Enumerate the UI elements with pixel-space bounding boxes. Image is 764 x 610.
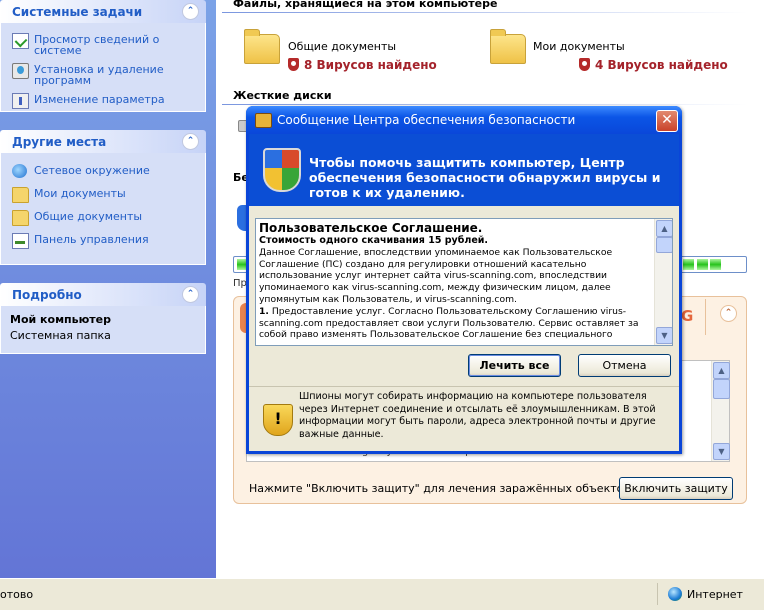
warning-shield-icon: ! — [263, 404, 293, 436]
virus-shield-icon — [288, 58, 299, 71]
eula-price: Стоимость одного скачивания 15 рублей. — [259, 235, 489, 246]
task-change-setting[interactable]: Изменение параметра — [1, 91, 205, 109]
dialog-titlebar[interactable]: Сообщение Центра обеспечения безопасност… — [246, 106, 682, 134]
section-divider — [222, 12, 747, 13]
warning-separator — [249, 386, 679, 387]
dialog-header-band: Чтобы помочь защитить компьютер, Центр о… — [249, 134, 679, 206]
cure-all-button[interactable]: Лечить все — [468, 354, 561, 377]
scroll-down-button[interactable]: ▼ — [713, 443, 730, 460]
virus-count: 4 Вирусов найдено — [595, 58, 728, 72]
dialog-body: Пользовательское Соглашение. Стоимость о… — [249, 206, 679, 451]
scroll-down-button[interactable]: ▼ — [656, 327, 672, 344]
details-header[interactable]: Подробно ⌃ — [0, 283, 206, 306]
task-add-remove-programs[interactable]: Установка и удаление программ — [1, 61, 205, 89]
change-setting-icon — [12, 93, 29, 109]
folder-icon — [244, 29, 280, 64]
folder-icon — [12, 187, 29, 203]
eula-scrollbar[interactable]: ▲ ▼ — [654, 219, 672, 345]
network-places-icon — [12, 164, 27, 178]
place-control-panel[interactable]: Панель управления — [1, 231, 205, 249]
folder-icon — [490, 29, 526, 64]
enable-protection-button[interactable]: Включить защиту — [619, 477, 733, 500]
eula-textbox[interactable]: Пользовательское Соглашение. Стоимость о… — [255, 218, 673, 346]
status-text: отово — [0, 588, 34, 601]
close-button[interactable]: ✕ — [656, 110, 678, 132]
infection-list-scrollbar[interactable]: ▲ ▼ — [711, 361, 730, 461]
internet-zone-icon — [668, 587, 682, 601]
spyware-warning-text: Шпионы могут собирать информацию на комп… — [299, 391, 656, 440]
eula-paragraph-1: Данное Соглашение, впоследствии упоминае… — [259, 246, 613, 305]
files-section-title: Файлы, хранящиеся на этом компьютере — [233, 0, 498, 10]
status-bar: отово Интернет — [0, 578, 764, 610]
eula-paragraph-2: 1. Предоставление услуг. Согласно Пользо… — [259, 305, 639, 341]
security-center-icon — [255, 113, 272, 128]
place-shared-documents[interactable]: Общие документы — [1, 208, 205, 226]
folder-name: Общие документы — [288, 40, 397, 53]
place-network[interactable]: Сетевое окружение — [1, 162, 205, 179]
cancel-button[interactable]: Отмена — [578, 354, 671, 377]
add-remove-programs-icon — [12, 63, 29, 79]
collapse-icon[interactable]: ⌃ — [720, 305, 737, 322]
details-type: Системная папка — [10, 329, 111, 342]
scroll-up-button[interactable]: ▲ — [713, 362, 730, 379]
details-name: Мой компьютер — [10, 313, 112, 326]
control-panel-icon — [12, 233, 29, 249]
system-info-icon — [12, 33, 29, 49]
folder-name: Мои документы — [533, 40, 625, 53]
dialog-headline: Чтобы помочь защитить компьютер, Центр о… — [309, 155, 661, 200]
task-system-info[interactable]: Просмотр сведений о системе — [1, 31, 205, 59]
system-tasks-header[interactable]: Системные задачи ⌃ — [0, 0, 206, 23]
scanner-header-letter: G — [681, 307, 694, 325]
internet-zone-label: Интернет — [687, 588, 743, 601]
task-pane: Системные задачи ⌃ Просмотр сведений о с… — [0, 0, 216, 578]
scan-hint: Нажмите "Включить защиту" для лечения за… — [249, 482, 630, 495]
collapse-icon[interactable]: ⌃ — [182, 286, 199, 303]
progress-block — [696, 259, 708, 270]
progress-block — [683, 259, 695, 270]
drives-section-title: Жесткие диски — [233, 89, 332, 102]
section-divider — [222, 104, 747, 105]
scroll-thumb[interactable] — [713, 379, 730, 399]
virus-shield-icon — [579, 58, 590, 71]
status-divider — [657, 583, 658, 605]
scan-label: Пр — [233, 278, 247, 289]
security-center-dialog: Сообщение Центра обеспечения безопасност… — [246, 106, 682, 454]
scroll-thumb[interactable] — [656, 237, 672, 253]
progress-block — [709, 259, 721, 270]
system-tasks-title: Системные задачи — [12, 5, 143, 19]
place-my-documents[interactable]: Мои документы — [1, 185, 205, 203]
other-places-header[interactable]: Другие места ⌃ — [0, 130, 206, 153]
collapse-icon[interactable]: ⌃ — [182, 3, 199, 20]
dialog-title: Сообщение Центра обеспечения безопасност… — [277, 113, 576, 127]
details-panel: Подробно ⌃ Мой компьютер Системная папка — [0, 283, 206, 354]
other-places-title: Другие места — [12, 135, 107, 149]
details-title: Подробно — [12, 288, 82, 302]
windows-security-shield-icon — [263, 148, 301, 192]
folder-icon — [12, 210, 29, 226]
other-places-panel: Другие места ⌃ Сетевое окружение Мои док… — [0, 130, 206, 265]
header-divider — [705, 299, 706, 335]
virus-count: 8 Вирусов найдено — [304, 58, 437, 72]
eula-title: Пользовательское Соглашение. — [259, 221, 483, 235]
collapse-icon[interactable]: ⌃ — [182, 133, 199, 150]
system-tasks-panel: Системные задачи ⌃ Просмотр сведений о с… — [0, 0, 206, 112]
scroll-up-button[interactable]: ▲ — [656, 220, 672, 237]
